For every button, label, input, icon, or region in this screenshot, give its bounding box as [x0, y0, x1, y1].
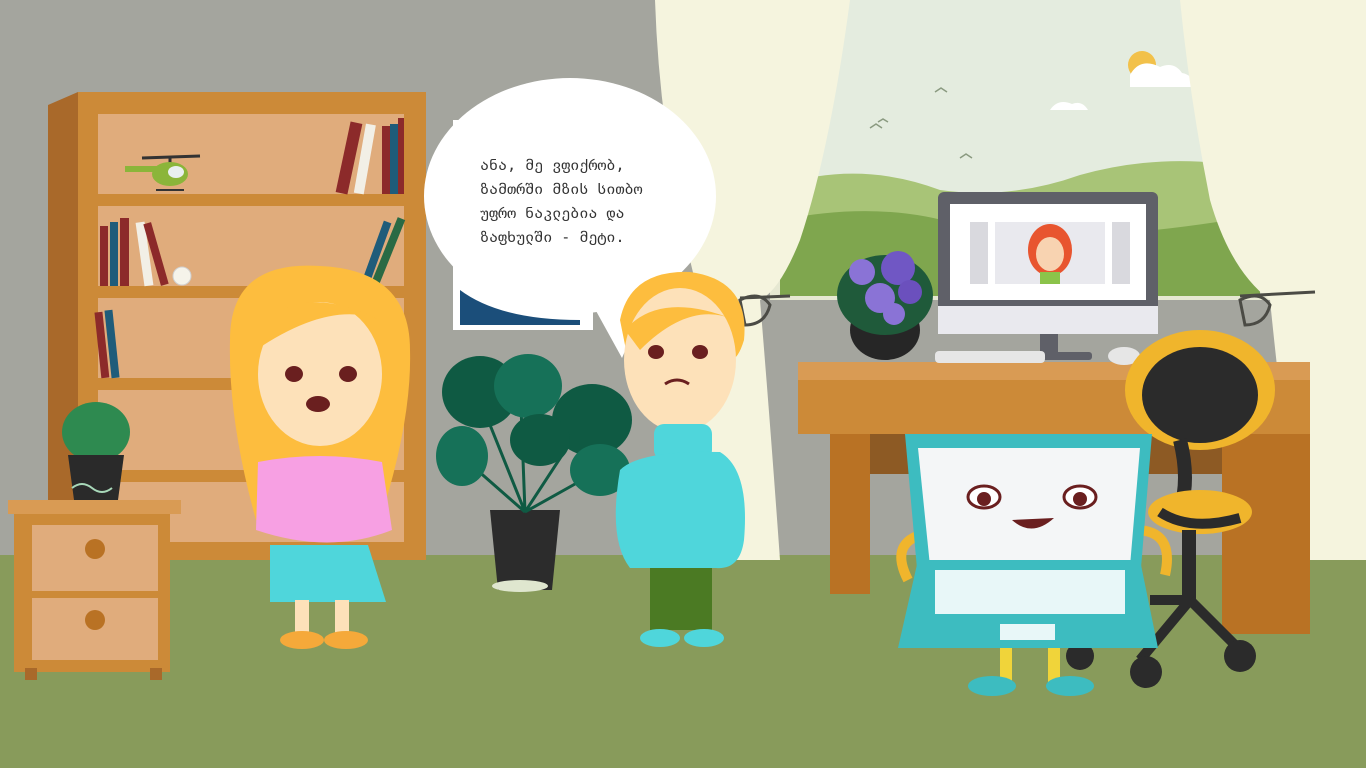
speech-line: უფრო ნაკლებია და [480, 204, 625, 222]
cactus-plant [62, 402, 130, 500]
speech-line: ზაფხულში - მეტი. [480, 228, 625, 246]
speech-bubble-text: ანა, მე ვფიქრობ, ზამთრში მზის სითბო უფრო… [480, 153, 700, 249]
speech-line: ანა, მე ვფიქრობ, [480, 156, 625, 174]
room-scene [0, 0, 1366, 768]
nightstand [8, 500, 181, 680]
speech-line: ზამთრში მზის სითბო [480, 180, 643, 198]
